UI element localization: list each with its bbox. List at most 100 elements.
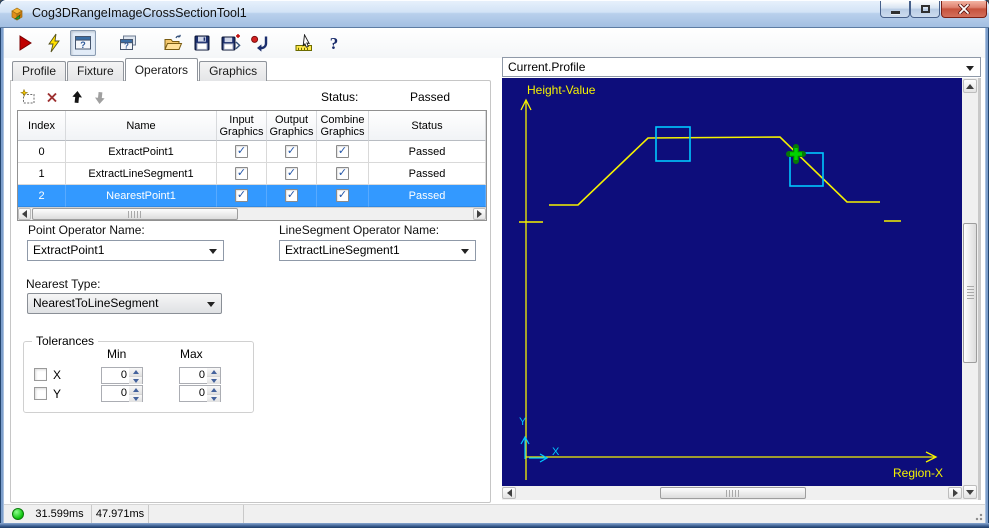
index-cell: 0 bbox=[18, 141, 66, 163]
y-min-spinner[interactable]: 0 bbox=[101, 385, 143, 402]
save-as-button[interactable] bbox=[218, 30, 244, 56]
scrollbar-thumb[interactable] bbox=[660, 487, 806, 499]
run-once-button[interactable] bbox=[41, 30, 67, 56]
scroll-down-button[interactable] bbox=[963, 485, 977, 499]
output-graphics-checkbox[interactable]: ✓ bbox=[285, 189, 298, 202]
point-operator-combobox[interactable]: ExtractPoint1 bbox=[27, 240, 224, 261]
scroll-right-button[interactable] bbox=[473, 208, 486, 220]
index-cell: 1 bbox=[18, 163, 66, 185]
table-row[interactable]: 0 ExtractPoint1 ✓ ✓ ✓ Passed bbox=[18, 141, 486, 163]
spin-up-button[interactable] bbox=[207, 368, 220, 376]
column-header-status[interactable]: Status bbox=[369, 111, 486, 141]
measure-button[interactable] bbox=[292, 30, 318, 56]
grip-icon bbox=[128, 210, 142, 218]
minimize-button[interactable] bbox=[880, 1, 910, 18]
maximize-button[interactable] bbox=[910, 1, 940, 18]
column-header-output-graphics[interactable]: Output Graphics bbox=[267, 111, 317, 141]
reset-button[interactable] bbox=[247, 30, 273, 56]
input-graphics-checkbox[interactable]: ✓ bbox=[235, 189, 248, 202]
status-label: Status: bbox=[321, 90, 359, 104]
nearest-type-combobox[interactable]: NearestToLineSegment bbox=[27, 293, 222, 314]
chart-horizontal-scrollbar[interactable] bbox=[502, 486, 962, 500]
show-result-display-button[interactable]: ? bbox=[70, 30, 96, 56]
chart-vertical-scrollbar[interactable] bbox=[962, 78, 978, 500]
index-cell: 2 bbox=[18, 185, 66, 207]
status-cell: Passed bbox=[369, 163, 486, 185]
window-border bbox=[0, 28, 4, 528]
linesegment-operator-combobox[interactable]: ExtractLineSegment1 bbox=[279, 240, 476, 261]
y-max-value: 0 bbox=[198, 387, 205, 399]
input-graphics-checkbox-cell: ✓ bbox=[217, 141, 267, 163]
column-header-index[interactable]: Index bbox=[18, 111, 66, 141]
tab-operators[interactable]: Operators bbox=[124, 58, 199, 81]
open-file-button[interactable] bbox=[160, 30, 186, 56]
max-column-label: Max bbox=[180, 347, 203, 361]
run-button[interactable] bbox=[12, 30, 38, 56]
input-graphics-checkbox[interactable]: ✓ bbox=[235, 145, 248, 158]
add-operator-button[interactable] bbox=[17, 87, 39, 107]
tab-fixture[interactable]: Fixture bbox=[67, 61, 124, 81]
x-max-spinner[interactable]: 0 bbox=[179, 367, 221, 384]
spin-up-button[interactable] bbox=[129, 368, 142, 376]
spin-down-button[interactable] bbox=[207, 394, 220, 402]
combine-graphics-checkbox[interactable]: ✓ bbox=[336, 167, 349, 180]
delete-operator-button[interactable] bbox=[41, 87, 63, 107]
output-graphics-checkbox[interactable]: ✓ bbox=[285, 145, 298, 158]
float-result-display-icon: ? bbox=[120, 35, 136, 51]
tab-profile[interactable]: Profile bbox=[12, 61, 67, 81]
x-tolerance-checkbox[interactable] bbox=[34, 368, 47, 381]
search-region[interactable] bbox=[655, 126, 691, 162]
scroll-left-button[interactable] bbox=[502, 487, 516, 499]
scroll-up-button[interactable] bbox=[963, 79, 977, 93]
profile-line bbox=[549, 136, 880, 206]
status-bar: 31.599ms 47.971ms bbox=[4, 504, 985, 523]
spin-up-button[interactable] bbox=[207, 386, 220, 394]
resize-grip[interactable] bbox=[973, 511, 983, 521]
table-row[interactable]: 2 NearestPoint1 ✓ ✓ ✓ Passed bbox=[18, 185, 486, 207]
scroll-left-button[interactable] bbox=[18, 208, 31, 220]
scroll-right-button[interactable] bbox=[948, 487, 962, 499]
output-graphics-checkbox-cell: ✓ bbox=[267, 185, 317, 207]
combine-graphics-checkbox[interactable]: ✓ bbox=[336, 189, 349, 202]
table-body: 0 ExtractPoint1 ✓ ✓ ✓ Passed 1 ExtractLineSegme… bbox=[18, 141, 486, 207]
save-button[interactable] bbox=[189, 30, 215, 56]
statusbar-spacer bbox=[149, 505, 244, 523]
float-result-display-button[interactable]: ? bbox=[115, 30, 141, 56]
profile-source-value: Current.Profile bbox=[508, 60, 586, 74]
y-axis-label: Height-Value bbox=[527, 83, 596, 97]
output-graphics-checkbox-cell: ✓ bbox=[267, 141, 317, 163]
point-operator-label: Point Operator Name: bbox=[28, 223, 145, 237]
x-min-spinner[interactable]: 0 bbox=[101, 367, 143, 384]
table-horizontal-scrollbar[interactable] bbox=[18, 207, 486, 220]
tab-graphics[interactable]: Graphics bbox=[199, 61, 268, 81]
arrow-down-icon bbox=[210, 396, 217, 404]
y-max-spinner[interactable]: 0 bbox=[179, 385, 221, 402]
table-row[interactable]: 1 ExtractLineSegment1 ✓ ✓ ✓ Passed bbox=[18, 163, 486, 185]
move-operator-up-button[interactable] bbox=[65, 87, 87, 107]
output-graphics-checkbox-cell: ✓ bbox=[267, 163, 317, 185]
spin-down-button[interactable] bbox=[207, 376, 220, 384]
spin-down-button[interactable] bbox=[129, 394, 142, 402]
profile-source-combobox[interactable]: Current.Profile bbox=[502, 57, 981, 77]
y-tolerance-checkbox[interactable] bbox=[34, 387, 47, 400]
spin-up-button[interactable] bbox=[129, 386, 142, 394]
spinner-buttons bbox=[129, 368, 142, 384]
spin-down-button[interactable] bbox=[129, 376, 142, 384]
operator-name-cell: ExtractLineSegment1 bbox=[66, 163, 217, 185]
output-graphics-checkbox[interactable]: ✓ bbox=[285, 167, 298, 180]
help-button[interactable]: ? bbox=[321, 30, 347, 56]
linesegment-operator-value: ExtractLineSegment1 bbox=[285, 243, 400, 257]
spinner-buttons bbox=[129, 386, 142, 402]
close-button[interactable] bbox=[941, 1, 987, 18]
reset-icon bbox=[251, 35, 268, 52]
titlebar[interactable]: Cog3DRangeImageCrossSectionTool1 bbox=[0, 0, 989, 28]
combine-graphics-checkbox[interactable]: ✓ bbox=[336, 145, 349, 158]
column-header-name[interactable]: Name bbox=[66, 111, 217, 141]
profile-chart-svg: Height-Value Region-X Y X bbox=[519, 83, 943, 480]
column-header-input-graphics[interactable]: Input Graphics bbox=[217, 111, 267, 141]
scrollbar-thumb[interactable] bbox=[32, 208, 238, 220]
column-header-combine-graphics[interactable]: Combine Graphics bbox=[317, 111, 369, 141]
scrollbar-thumb[interactable] bbox=[963, 223, 977, 363]
profile-chart[interactable]: Height-Value Region-X Y X bbox=[502, 78, 962, 486]
input-graphics-checkbox[interactable]: ✓ bbox=[235, 167, 248, 180]
